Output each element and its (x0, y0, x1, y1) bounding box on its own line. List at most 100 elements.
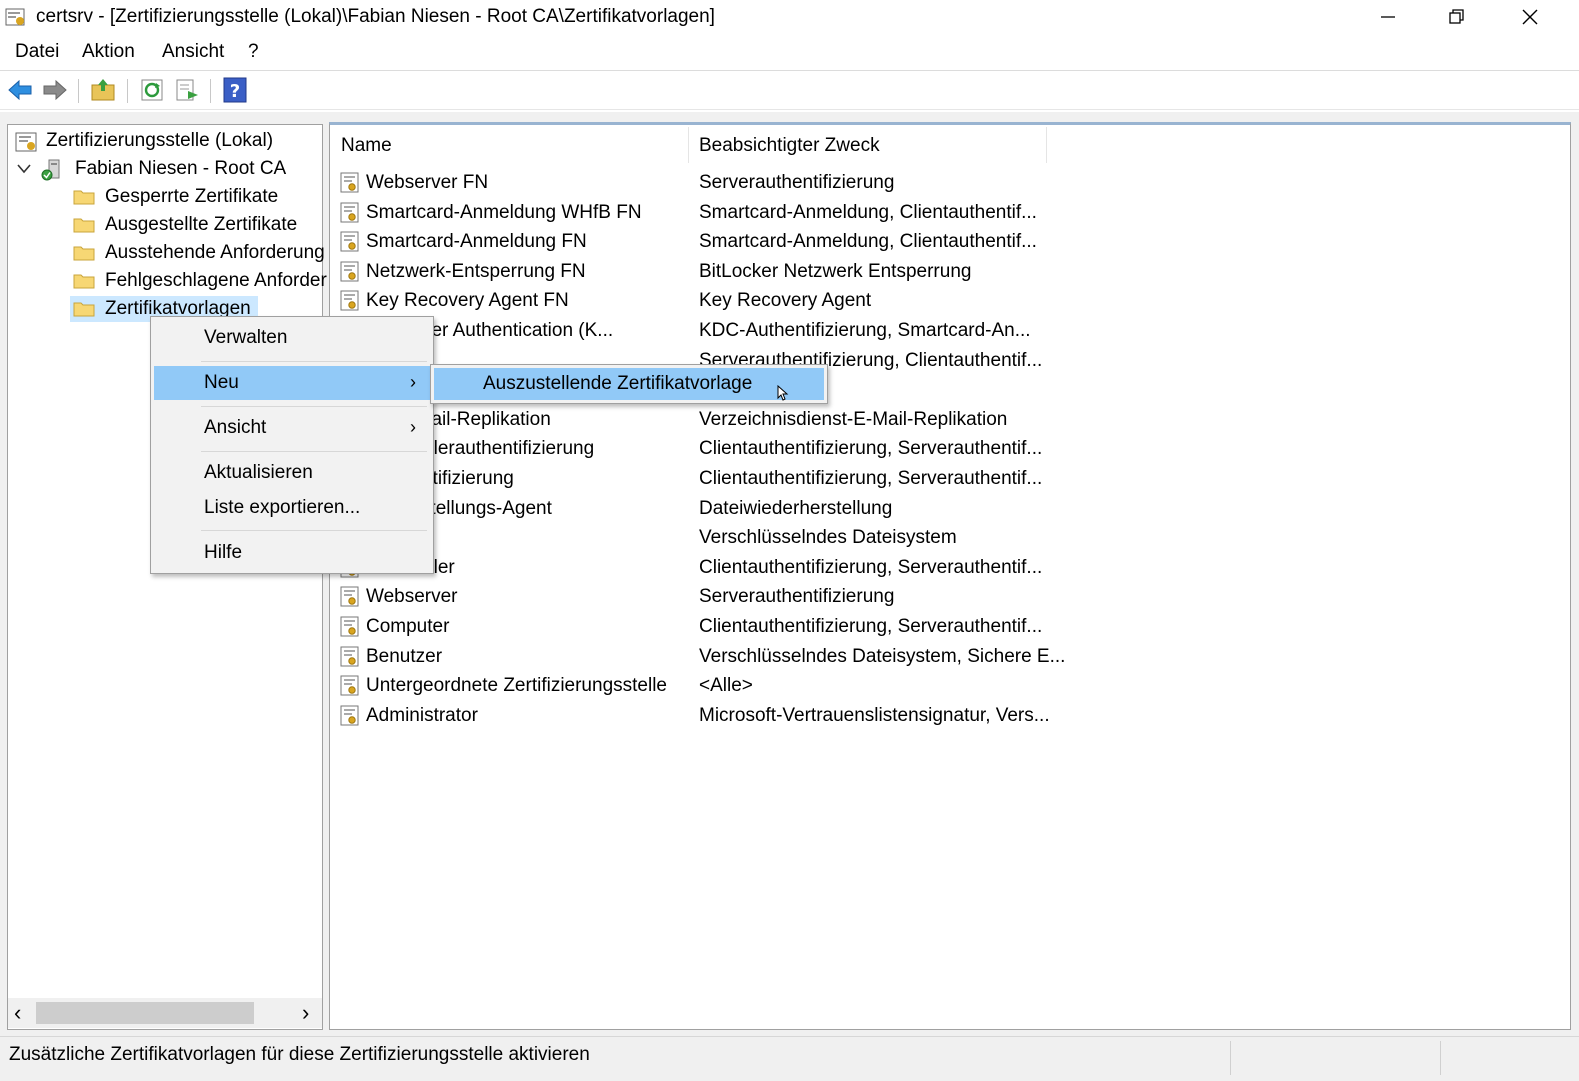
table-row[interactable]: -Authentifizierung Clientauthentifizierun… (330, 465, 1330, 495)
table-row[interactable]: Administrator Microsoft-Vertrauenslistens… (330, 702, 1330, 732)
tree-node-root[interactable]: Zertifizierungsstelle (Lokal) (8, 127, 318, 155)
tree-node-ausgestellte[interactable]: Ausgestellte Zertifikate (8, 211, 318, 239)
menu-aktion[interactable]: Aktion (82, 41, 135, 63)
minimize-icon (1381, 16, 1395, 18)
ctx-ansicht[interactable]: Ansicht › (154, 411, 430, 445)
folder-icon (73, 218, 95, 233)
row-name: Untergeordnete Zertifizierungsstelle (366, 675, 667, 697)
row-purpose: Clientauthentifizierung, Serverauthentif… (699, 616, 1043, 637)
folder-icon (73, 246, 95, 261)
submenu-auszustellende-zertifikatvorlage[interactable]: Auszustellende Zertifikatvorlage (434, 368, 824, 400)
row-name: Netzwerk-Entsperrung FN (366, 260, 586, 282)
table-row[interactable]: Netzwerk-Entsperrung FN BitLocker Netzwer… (330, 258, 1330, 288)
scroll-right-icon[interactable]: › (302, 1000, 309, 1026)
row-purpose: KDC-Authentifizierung, Smartcard-An... (699, 320, 1031, 341)
tree-label: Fehlgeschlagene Anforder (105, 270, 327, 291)
menu-help[interactable]: ? (248, 41, 259, 63)
table-row[interactable]: Controller Authentication (K... KDC-Authe… (330, 317, 1330, 347)
title-bar: certsrv - [Zertifizierungsstelle (Lokal)… (0, 0, 1579, 36)
table-row[interactable]: Computer Clientauthentifizierung, Servera… (330, 613, 1330, 643)
tree-node-ca[interactable]: Fabian Niesen - Root CA (8, 155, 318, 183)
table-row[interactable]: Benutzer Verschlüsselndes Dateisystem, Si… (330, 643, 1330, 673)
column-divider[interactable] (688, 127, 689, 163)
certificate-template-icon (340, 202, 359, 223)
ctx-neu[interactable]: Neu › (154, 366, 430, 400)
ctx-liste-exportieren[interactable]: Liste exportieren... (154, 491, 430, 525)
toolbar: ? (0, 71, 1579, 110)
ctx-hilfe[interactable]: Hilfe (154, 536, 430, 570)
help-icon[interactable]: ? (222, 77, 248, 103)
close-button[interactable] (1496, 0, 1564, 34)
forward-arrow-icon[interactable] (42, 77, 68, 103)
row-purpose: Dateiwiederherstellung (699, 497, 893, 519)
certificate-template-icon (340, 586, 359, 607)
menu-ansicht[interactable]: Ansicht (162, 41, 224, 63)
row-name: Key Recovery Agent FN (366, 290, 569, 312)
row-purpose: Verschlüsselndes Dateisystem, Sichere E.… (699, 645, 1066, 667)
ctx-separator (201, 451, 427, 452)
row-name: Smartcard-Anmeldung WHfB FN (366, 201, 642, 223)
ctx-verwalten[interactable]: Verwalten (154, 321, 430, 355)
ctx-separator (201, 530, 427, 531)
tree-label: Ausgestellte Zertifikate (105, 214, 298, 235)
row-purpose: Smartcard-Anmeldung, Clientauthentif... (699, 201, 1037, 223)
table-row[interactable]: Key Recovery Agent FN Key Recovery Agent (330, 287, 1330, 317)
ctx-aktualisieren[interactable]: Aktualisieren (154, 456, 430, 490)
row-name: Computer (366, 616, 450, 637)
chevron-down-icon[interactable] (17, 163, 31, 175)
svg-text:?: ? (230, 81, 240, 102)
close-icon (1522, 9, 1538, 25)
tree-node-ausstehende[interactable]: Ausstehende Anforderung (8, 239, 325, 267)
ca-server-icon (41, 159, 60, 181)
row-name: Webserver FN (366, 172, 489, 193)
tree-node-fehlgeschlagene[interactable]: Fehlgeschlagene Anforder (8, 267, 327, 295)
back-arrow-icon[interactable] (7, 77, 33, 103)
certificate-template-icon (340, 616, 359, 637)
status-text: Zusätzliche Zertifikatvorlagen für diese… (9, 1044, 590, 1065)
table-row[interactable]: Untergeordnete Zertifizierungsstelle <All… (330, 672, 1330, 702)
row-purpose: Smartcard-Anmeldung, Clientauthentif... (699, 231, 1037, 253)
window-title: certsrv - [Zertifizierungsstelle (Lokal)… (36, 6, 715, 27)
minimize-button[interactable] (1354, 0, 1422, 34)
row-purpose: Clientauthentifizierung, Serverauthentif… (699, 556, 1043, 578)
table-row[interactable]: ncontrollerClientauthentifizierung, Serv… (330, 554, 1330, 584)
toolbar-separator (210, 79, 211, 103)
folder-icon (73, 302, 95, 317)
menu-datei[interactable]: Datei (15, 41, 59, 63)
table-row[interactable]: SVerschlüsselndes Dateisystem (330, 524, 1330, 554)
tree-node-gesperrte[interactable]: Gesperrte Zertifikate (8, 183, 318, 211)
ctx-separator (201, 361, 427, 362)
console-tree: Zertifizierungsstelle (Lokal) Fabian Nie… (7, 124, 327, 1030)
column-header-name[interactable]: Name (341, 135, 392, 157)
tree-label: Gesperrte Zertifikate (105, 186, 279, 207)
scroll-left-icon[interactable]: ‹ (14, 1000, 21, 1026)
up-folder-icon[interactable] (90, 77, 116, 103)
scrollbar-thumb[interactable] (36, 1002, 254, 1024)
table-row[interactable]: Smartcard-Anmeldung FN Smartcard-Anmeldun… (330, 228, 1330, 258)
table-row[interactable]: nis-E-Mail-Replikation Verzeichnisdienst-… (330, 406, 1330, 436)
certsrv-root-icon (15, 132, 37, 152)
column-divider[interactable] (1046, 127, 1047, 163)
refresh-icon[interactable] (139, 77, 165, 103)
row-name: Administrator (366, 704, 478, 726)
tree-horizontal-scrollbar[interactable]: ‹ › (8, 998, 322, 1028)
export-list-icon[interactable] (174, 77, 200, 103)
column-header-purpose[interactable]: Beabsichtigter Zweck (699, 135, 880, 157)
toolbar-separator (78, 79, 79, 103)
row-name: Webserver (366, 586, 458, 608)
table-row[interactable]: derherstellungs-Agent Dateiwiederherstell… (330, 495, 1330, 525)
tree-label: Zertifizierungsstelle (Lokal) (46, 130, 274, 151)
ctx-label: Ansicht (204, 417, 267, 438)
row-purpose: <Alle> (699, 675, 753, 697)
submenu-label: Auszustellende Zertifikatvorlage (483, 373, 753, 394)
restore-button[interactable] (1423, 0, 1491, 34)
table-row[interactable]: ncontrollerauthentifizierung Clientauthen… (330, 435, 1330, 465)
submenu-arrow-icon: › (410, 372, 416, 392)
context-menu: Verwalten Neu › Ansicht › Aktualisieren … (150, 316, 434, 574)
restore-icon (1449, 9, 1464, 24)
table-row[interactable]: Smartcard-Anmeldung WHfB FN Smartcard-Anm… (330, 199, 1330, 229)
row-name: Benutzer (366, 645, 443, 667)
table-row[interactable]: Webserver Serverauthentifizierung (330, 583, 1330, 613)
row-purpose: Clientauthentifizierung, Serverauthentif… (699, 468, 1043, 489)
table-row[interactable]: Webserver FN Serverauthentifizierung (330, 169, 1330, 199)
